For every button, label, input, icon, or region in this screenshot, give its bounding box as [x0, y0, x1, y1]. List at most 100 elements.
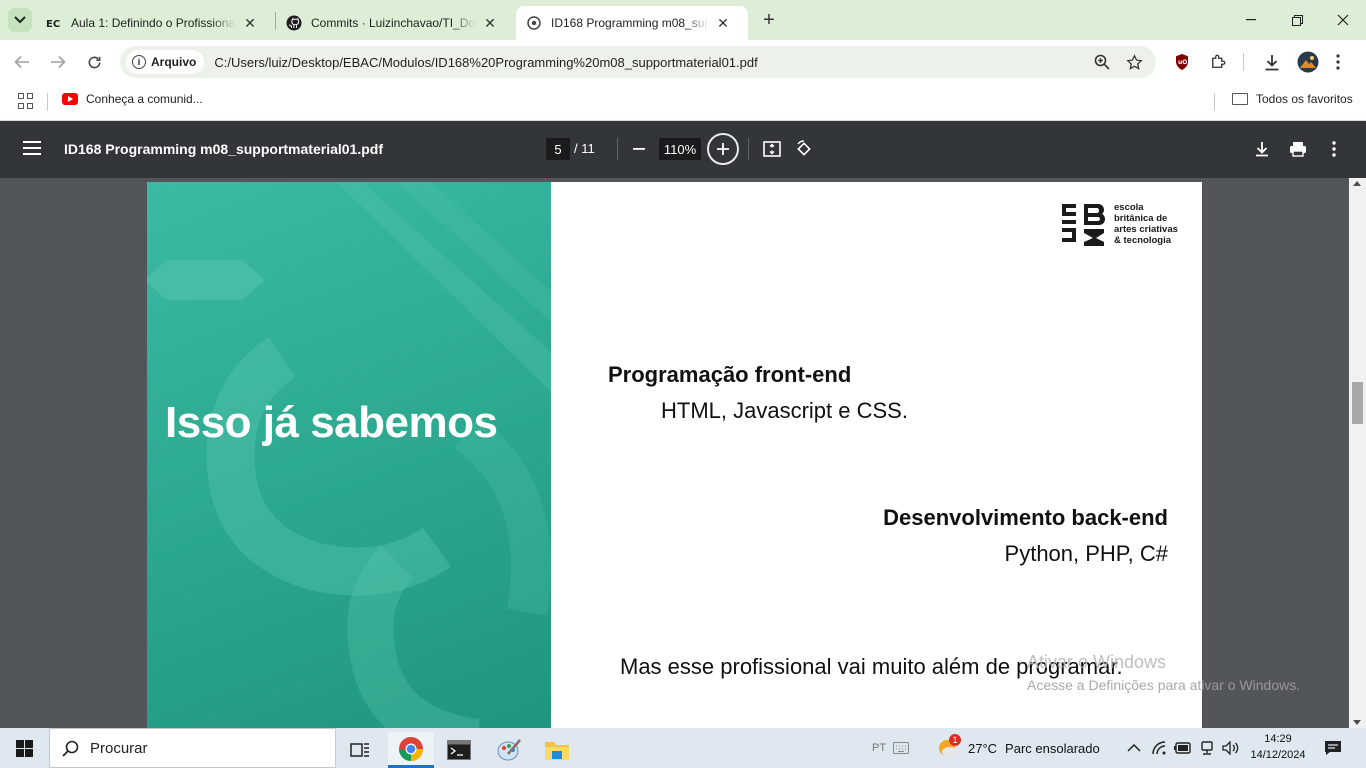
zoom-in-button[interactable] [707, 133, 739, 165]
profile-avatar-icon[interactable] [1296, 50, 1320, 74]
search-icon [62, 740, 79, 757]
frontend-text: HTML, Javascript e CSS. [661, 398, 908, 423]
tab-aula-1[interactable]: EC Aula 1: Definindo o Profissional ✕ [36, 6, 274, 40]
wifi-icon[interactable] [1152, 728, 1168, 768]
site-info-chip[interactable]: i Arquivo [126, 50, 205, 74]
slide-green-panel: Isso já sabemos [147, 182, 551, 728]
github-icon [286, 15, 302, 31]
downloads-icon[interactable] [1260, 50, 1284, 74]
toolbar-divider [617, 138, 618, 160]
all-bookmarks-button[interactable]: Todos os favoritos [1232, 92, 1353, 106]
folder-icon [1232, 93, 1248, 105]
chevron-down-icon [14, 16, 26, 24]
tab-commits[interactable]: Commits · Luizinchavao/TI_Do_Zero ✕ [276, 6, 514, 40]
weather-description: Parc ensolarado [1005, 740, 1100, 756]
weather-widget[interactable]: 1 27°C Parc ensolarado [936, 728, 1100, 768]
taskbar-terminal[interactable] [436, 732, 482, 768]
ebac-logo-icon [1062, 204, 1105, 246]
language-indicator[interactable]: PT [872, 728, 886, 768]
page-number-input[interactable]: 5 [546, 138, 570, 160]
close-tab-icon[interactable]: ✕ [242, 15, 258, 31]
activate-windows-subtitle: Acesse a Definições para ativar o Window… [1027, 677, 1301, 693]
new-tab-button[interactable]: + [758, 9, 780, 31]
more-actions-button[interactable] [1322, 137, 1346, 161]
slide-title: Isso já sabemos [165, 398, 498, 447]
bookmark-star-icon[interactable] [1124, 50, 1144, 74]
taskbar-paint[interactable] [486, 732, 532, 768]
weather-sun-icon: 1 [936, 734, 961, 759]
taskbar-chrome[interactable] [388, 732, 434, 768]
terminal-icon [447, 740, 471, 760]
close-tab-icon[interactable]: ✕ [482, 15, 498, 31]
notifications-icon[interactable] [1324, 728, 1342, 768]
bookmark-label: Conheça a comunid... [86, 92, 203, 106]
network-icon[interactable] [1199, 728, 1215, 768]
back-button[interactable] [10, 50, 34, 74]
svg-text:EC: EC [46, 19, 60, 30]
battery-icon[interactable] [1174, 728, 1192, 768]
pdf-page: Isso já sabemos escola britânica de arte… [147, 182, 1202, 728]
forward-button[interactable] [46, 50, 70, 74]
show-hidden-icons[interactable] [1127, 728, 1141, 768]
zoom-icon[interactable] [1092, 50, 1112, 74]
info-icon: i [132, 55, 146, 69]
close-tab-icon[interactable]: ✕ [715, 15, 731, 31]
frontend-heading: Programação front-end [608, 362, 852, 387]
all-bookmarks-label: Todos os favoritos [1256, 92, 1353, 106]
site-info-label: Arquivo [151, 55, 197, 69]
tab-pdf[interactable]: ID168 Programming m08_supportmaterial01.… [516, 6, 748, 40]
restore-button[interactable] [1274, 0, 1320, 40]
zoom-out-button[interactable] [628, 136, 650, 162]
weather-temp: 27°C [968, 740, 998, 756]
print-button[interactable] [1286, 137, 1310, 161]
page-total: / 11 [574, 141, 595, 156]
chrome-menu-icon[interactable] [1326, 50, 1350, 74]
fit-page-button[interactable] [760, 137, 784, 161]
svg-text:uO: uO [1178, 59, 1187, 66]
volume-icon[interactable] [1222, 728, 1240, 768]
url-text[interactable]: C:/Users/luiz/Desktop/EBAC/Modulos/ID168… [214, 55, 757, 70]
search-placeholder: Procurar [90, 739, 148, 757]
bookmarks-divider [47, 93, 48, 111]
close-window-button[interactable] [1320, 0, 1366, 40]
backend-heading: Desenvolvimento back-end [883, 505, 1168, 530]
tab-search-button[interactable] [8, 8, 32, 32]
print-icon [1290, 142, 1306, 157]
apps-grid-icon[interactable] [18, 93, 34, 109]
pdf-scrollbar[interactable] [1349, 178, 1366, 728]
rotate-icon [797, 140, 811, 156]
pdf-toolbar: ID168 Programming m08_supportmaterial01.… [0, 121, 1366, 178]
task-view-icon [350, 743, 369, 757]
ublock-extension-icon[interactable]: uO [1170, 50, 1194, 74]
scroll-up-icon[interactable] [1353, 181, 1361, 186]
system-clock[interactable]: 14:29 14/12/2024 [1250, 731, 1306, 763]
keyboard-icon[interactable] [893, 728, 909, 768]
address-bar[interactable]: i Arquivo C:/Users/luiz/Desktop/EBAC/Mod… [120, 46, 1156, 78]
tab-strip: EC Aula 1: Definindo o Profissional ✕ Co… [0, 0, 1366, 40]
taskbar-file-explorer[interactable] [534, 732, 580, 768]
scrollbar-thumb[interactable] [1352, 382, 1363, 424]
taskbar-search[interactable]: Procurar [49, 728, 336, 768]
minimize-button[interactable] [1228, 0, 1274, 40]
scroll-down-icon[interactable] [1353, 720, 1361, 725]
pdf-title: ID168 Programming m08_supportmaterial01.… [64, 141, 383, 157]
rotate-button[interactable] [792, 137, 816, 161]
extensions-puzzle-icon[interactable] [1206, 50, 1230, 74]
chrome-icon [399, 736, 423, 761]
plus-icon [717, 143, 729, 155]
reload-button[interactable] [82, 50, 106, 74]
task-view-button[interactable] [337, 732, 383, 768]
clock-date: 14/12/2024 [1250, 749, 1306, 761]
download-button[interactable] [1250, 137, 1274, 161]
fit-to-page-icon [763, 141, 781, 157]
folder-icon [545, 742, 569, 760]
zoom-level-input[interactable]: 110% [659, 138, 701, 160]
bookmark-youtube[interactable]: Conheça a comunid... [62, 92, 203, 106]
windows-taskbar: Procurar PT 1 27°C Parc ensolarado 14:29… [0, 728, 1366, 768]
windows-start-icon[interactable] [16, 740, 33, 757]
sidebar-menu-icon[interactable] [23, 141, 41, 155]
close-icon [1337, 14, 1349, 26]
ebac-logo: escola britânica de artes criativas & te… [1060, 202, 1178, 246]
toolbar-divider [1243, 53, 1244, 71]
pdf-viewer[interactable]: Isso já sabemos escola britânica de arte… [0, 178, 1366, 728]
